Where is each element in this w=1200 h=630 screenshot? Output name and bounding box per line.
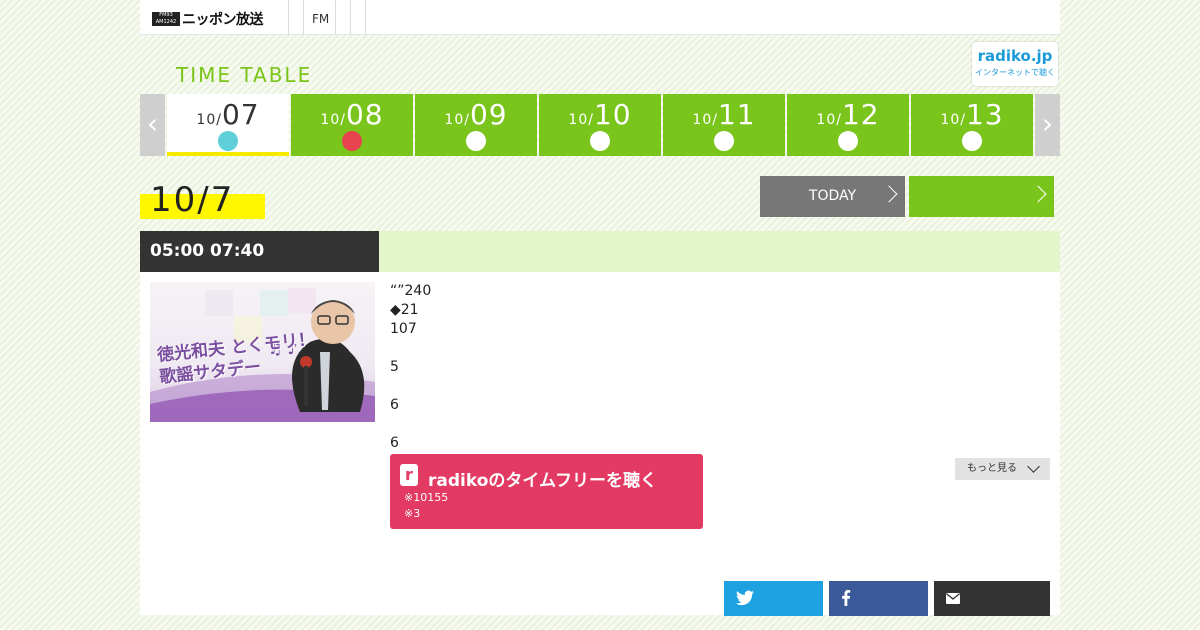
broadcast-status-dot [714,131,734,151]
description-line: 5 [390,359,399,375]
nav-divider [365,0,366,35]
facebook-icon [842,590,851,606]
day-tab-label: 10/07 [167,98,289,131]
more-button[interactable]: もっと見る [955,458,1050,480]
day-tab-day: 13 [965,98,1004,131]
day-tab-day: 11 [717,98,756,131]
logo-name: ニッポン放送 [182,12,264,28]
description-line [390,339,750,358]
today-button[interactable]: TODAY [760,176,905,217]
day-tab-month: 10/ [940,112,966,128]
share-mail-button[interactable] [934,581,1050,616]
description-line: “”240 [390,283,432,299]
chevron-right-icon [1029,185,1047,203]
broadcast-status-dot [466,131,486,151]
nav-item-2[interactable] [336,0,350,35]
nav-divider [303,0,304,35]
day-tab-12[interactable]: 10/12 [787,94,909,156]
radiko-badge-tagline: インターネットで聴く [975,68,1055,77]
radiko-badge[interactable]: radiko.jp インターネットで聴く [972,42,1058,86]
day-tab-13[interactable]: 10/13 [911,94,1033,156]
day-tab-day: 08 [345,98,384,131]
day-tab-10[interactable]: 10/10 [539,94,661,156]
description-line [390,377,750,396]
day-tab-month: 10/ [692,112,718,128]
radiko-timefree-title: radikoのタイムフリーを聴く [428,471,658,491]
program-title-bar [379,231,1060,272]
broadcast-status-dot [342,131,362,151]
day-tab-day: 12 [841,98,880,131]
radiko-timefree-button[interactable]: r radikoのタイムフリーを聴く ※10155 ※3 [390,454,703,529]
today-label: TODAY [808,188,857,204]
share-twitter-button[interactable] [724,581,823,616]
description-line: 6 [390,435,399,451]
day-tab-month: 10/ [320,112,346,128]
nav-divider [288,0,289,35]
more-label: もっと見る [967,463,1017,474]
day-tab-label: 10/08 [291,98,413,131]
day-tab-day: 09 [469,98,508,131]
nav-item-fm[interactable]: FM [312,12,329,26]
day-tab-07[interactable]: 10/07 [167,94,289,156]
day-tab-09[interactable]: 10/09 [415,94,537,156]
program-thumbnail[interactable]: ♫ ♪ 徳光和夫 とくモリ！歌謡サタデー [150,282,375,422]
day-tab-month: 10/ [444,112,470,128]
prev-week-button[interactable]: ‹ [140,94,165,156]
chevron-down-icon [1027,460,1040,473]
radiko-note-1: ※10155 [404,491,449,504]
day-tab-day: 10 [593,98,632,131]
chevron-left-icon: ‹ [146,107,159,140]
day-tab-month: 10/ [196,112,222,128]
site-header: FM93 AM1242 ニッポン放送 FM [140,0,1060,35]
broadcast-status-dot [838,131,858,151]
day-tab-label: 10/11 [663,98,785,131]
description-line [390,415,750,434]
next-day-button[interactable] [909,176,1054,217]
day-tab-11[interactable]: 10/11 [663,94,785,156]
next-week-button[interactable]: › [1035,94,1060,156]
share-facebook-button[interactable] [829,581,928,616]
mail-icon [946,593,960,604]
chevron-right-icon: › [1041,107,1054,140]
chevron-right-icon [880,185,898,203]
radiko-badge-name: radiko.jp [977,47,1053,65]
broadcast-status-dot [590,131,610,151]
day-tab-month: 10/ [568,112,594,128]
logo-mark: FM93 AM1242 [152,12,180,26]
day-tab-day: 07 [221,98,260,131]
description-line: 107 [390,321,417,337]
broadcast-status-dot [962,131,982,151]
twitter-icon [736,590,754,606]
program-description: “”240 ◆21 107 5 6 6 [390,282,750,453]
timetable-title: TIME TABLE [176,63,313,87]
day-tab-label: 10/10 [539,98,661,131]
radiko-icon: r [400,464,418,486]
day-tab-label: 10/12 [787,98,909,131]
day-tab-month: 10/ [816,112,842,128]
program-time: 05:00 07:40 [140,231,379,272]
nav-item-3[interactable] [351,0,365,35]
day-tab-08[interactable]: 10/08 [291,94,413,156]
radiko-note-2: ※3 [404,507,421,520]
description-line: ◆21 [390,302,419,318]
selected-date: 10/7 [150,180,235,220]
day-tab-label: 10/13 [911,98,1033,131]
day-tab-label: 10/09 [415,98,537,131]
description-line: 6 [390,397,399,413]
broadcast-status-dot [218,131,238,151]
station-logo[interactable]: FM93 AM1242 ニッポン放送 [152,10,264,28]
